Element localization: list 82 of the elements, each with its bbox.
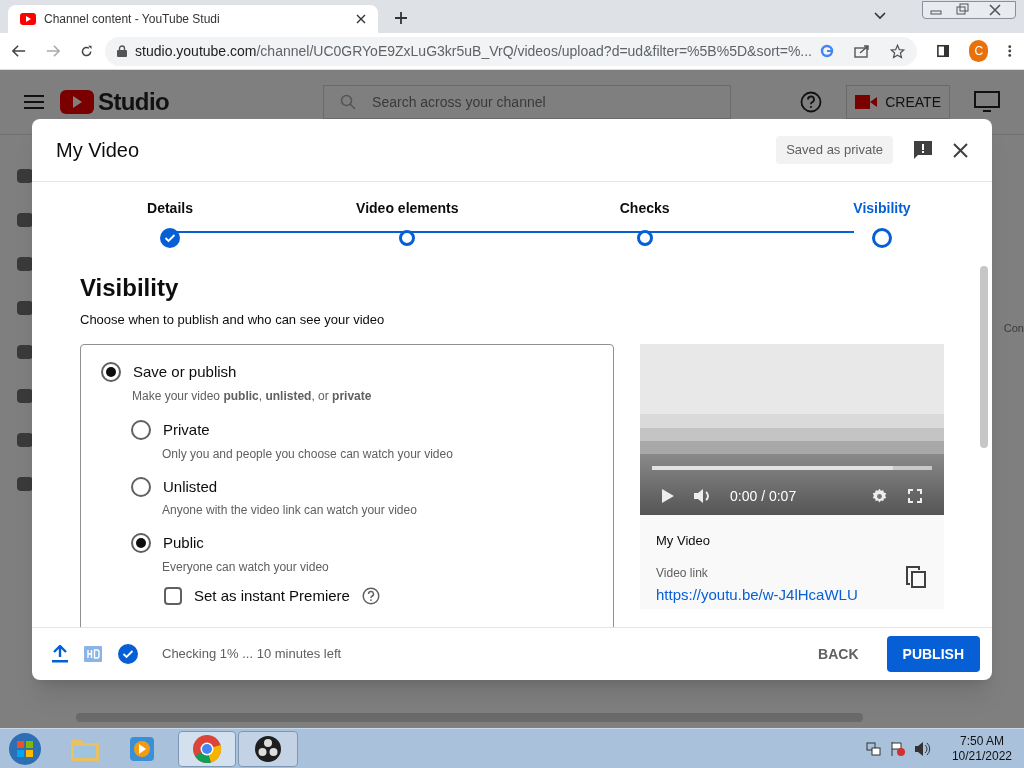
help-icon[interactable]: [800, 91, 823, 113]
taskbar-button[interactable]: [238, 730, 298, 767]
back-button[interactable]: BACK: [806, 635, 871, 673]
checkbox[interactable]: [164, 586, 182, 605]
new-tab-icon[interactable]: [394, 11, 408, 25]
search-placeholder: Search across your channel: [372, 92, 546, 112]
video-title: My Video: [656, 531, 711, 550]
radio-button[interactable]: [131, 533, 151, 554]
browser-tab[interactable]: Channel content - YouTube Studi: [8, 5, 378, 33]
step-label[interactable]: Checks: [619, 198, 670, 219]
recorder-icon: [254, 734, 282, 763]
step-label[interactable]: Video elements: [356, 198, 459, 219]
link-label: Video link: [656, 565, 708, 582]
radio-button[interactable]: [131, 476, 151, 497]
status-text: Checking 1% ... 10 minutes left: [162, 645, 342, 664]
option-label: Unlisted: [163, 476, 218, 497]
play-icon[interactable]: [662, 489, 674, 503]
settings-icon[interactable]: [871, 487, 888, 505]
chevron-down-icon[interactable]: [874, 12, 886, 20]
star-icon[interactable]: [890, 43, 905, 59]
dialog-title: My Video: [56, 138, 139, 163]
create-button[interactable]: CREATE: [846, 85, 950, 119]
side-panel-icon[interactable]: [937, 44, 950, 58]
more-icon[interactable]: [1008, 44, 1012, 58]
start-button-icon[interactable]: [8, 731, 42, 766]
cut-text: Con: [1003, 321, 1024, 336]
sidebar-icon[interactable]: [17, 301, 33, 315]
radio-button[interactable]: [101, 361, 121, 382]
video-camera-icon: [855, 95, 878, 109]
step-label[interactable]: Visibility: [853, 198, 911, 219]
close-icon[interactable]: [356, 14, 366, 24]
menu-icon[interactable]: [24, 95, 44, 109]
option-description: Only you and people you choose can watch your video: [162, 445, 454, 463]
monitor-icon[interactable]: [974, 91, 1000, 113]
publish-button[interactable]: PUBLISH: [886, 636, 980, 672]
network-icon[interactable]: [865, 740, 882, 757]
sidebar-icon[interactable]: [17, 169, 33, 183]
tab-title: Channel content - YouTube Studi: [44, 11, 221, 28]
feedback-icon[interactable]: [913, 140, 933, 160]
back-arrow-icon[interactable]: [12, 44, 26, 58]
flag-icon[interactable]: [889, 740, 906, 757]
sidebar-icon[interactable]: [17, 389, 33, 403]
address-field[interactable]: studio.youtube.com/channel/UC0GRYoE9ZxLuG3kr5uB_VrQ/videos/upload?d=ud&filter=%5B%5D&sort=%...: [105, 36, 917, 66]
option-label: Private: [163, 420, 210, 440]
time-display: 0:00 / 0:07: [730, 486, 797, 506]
url-text: studio.youtube.com/channel/UC0GRYoE9ZxLuG3kr5uB_VrQ/videos/upload?d=ud&filter=%5B%5D&sort=%...: [135, 41, 812, 61]
lock-icon: [117, 45, 128, 57]
video-link[interactable]: https://youtu.be/w-J4lHcaWLU: [656, 584, 928, 607]
sidebar-icon[interactable]: [17, 345, 33, 359]
section-description: Choose when to publish and who can see your video: [80, 311, 386, 329]
sidebar-icon[interactable]: [17, 213, 33, 227]
clock-time: 7:50 AM: [959, 733, 1004, 749]
sidebar-icon[interactable]: [17, 433, 33, 447]
logo-text: Studio: [98, 87, 170, 117]
check-circle-icon[interactable]: [118, 644, 138, 664]
close-icon[interactable]: [953, 142, 968, 158]
option-description: Make your video public, unlisted, or private: [132, 388, 373, 405]
checkbox-label: Set as instant Premiere: [194, 585, 350, 606]
save-status-chip: Saved as private: [776, 136, 893, 164]
section-heading: Visibility: [80, 273, 180, 303]
option-description: Everyone can watch your video: [162, 558, 330, 576]
share-icon[interactable]: [854, 44, 870, 58]
fullscreen-icon[interactable]: [908, 489, 922, 503]
option-description: Anyone with the video link can watch your video: [162, 502, 418, 519]
copy-icon[interactable]: [906, 565, 926, 588]
reload-icon[interactable]: [79, 43, 94, 59]
step-label[interactable]: Details: [147, 198, 193, 219]
sidebar-icon[interactable]: [17, 257, 33, 271]
play-logo-icon: [20, 13, 36, 25]
play-logo-icon: [60, 90, 94, 114]
help-icon[interactable]: [361, 586, 380, 605]
sidebar-icon[interactable]: [17, 477, 33, 491]
media-player-icon[interactable]: [128, 734, 156, 763]
google-icon[interactable]: [820, 44, 834, 58]
option-label: Public: [163, 533, 204, 553]
search-icon: [340, 94, 357, 110]
radio-button[interactable]: [131, 420, 151, 441]
upload-icon[interactable]: [52, 645, 68, 663]
clock-date: 10/21/2022: [951, 748, 1012, 764]
browser-icon: [192, 733, 222, 764]
option-label: Save or publish: [133, 361, 237, 382]
speaker-icon[interactable]: [913, 740, 932, 757]
